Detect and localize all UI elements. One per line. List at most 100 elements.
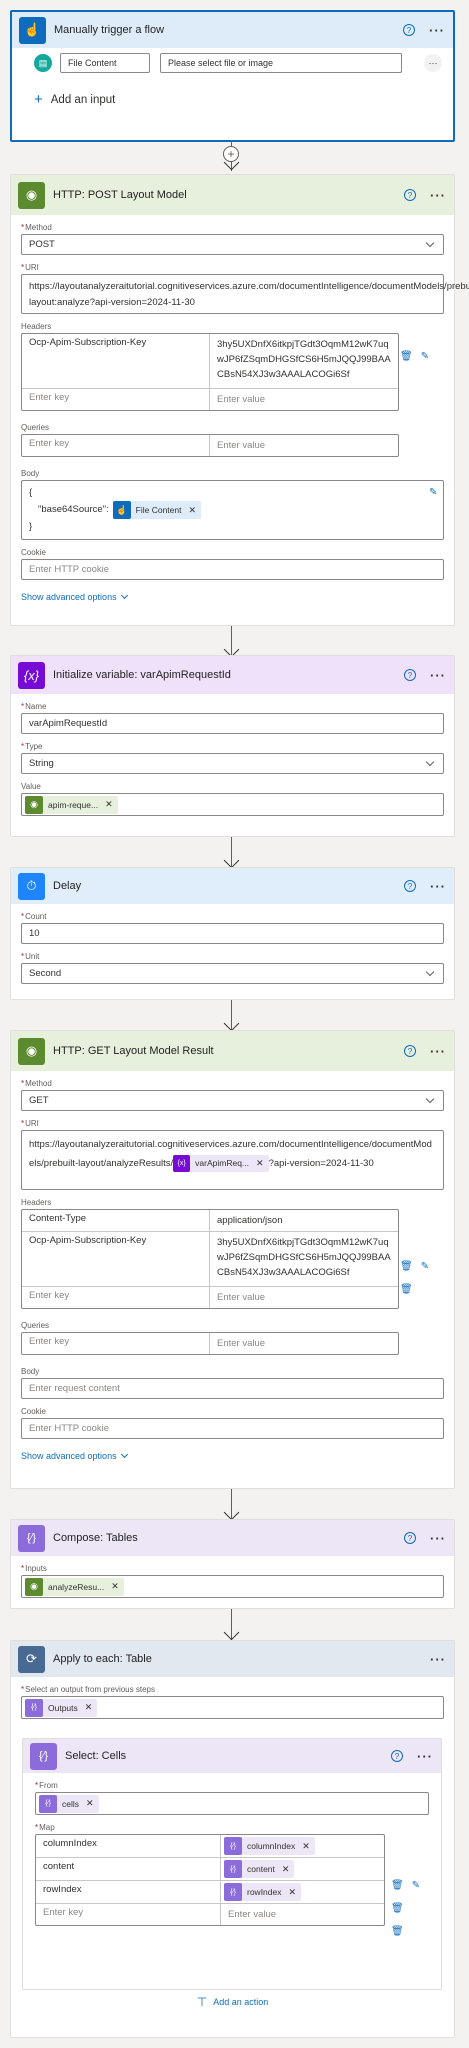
delay-card[interactable]: ⏱ Delay ? ··· *Count 10 *Unit Second [10, 867, 455, 1000]
content-token[interactable]: {∕} content ✕ [224, 1860, 295, 1878]
show-advanced-options-link[interactable]: Show advanced options [21, 1450, 128, 1461]
delete-icon[interactable]: 🗑 [391, 1903, 404, 1914]
file-content-value-field[interactable]: Please select file or image [160, 53, 402, 73]
map-value-input[interactable]: Enter value [221, 1904, 384, 1925]
initvar-title: Initialize variable: varApimRequestId [53, 669, 231, 681]
header-value-input[interactable]: Enter value [210, 389, 398, 410]
header-key-input[interactable]: Enter key [22, 1287, 210, 1308]
compose-inputs-field[interactable]: ◉ analyzeResu... ✕ [21, 1575, 444, 1598]
varapimrequestid-token[interactable]: {x} varApimReq... ✕ [173, 1154, 269, 1173]
header-value-field[interactable]: application/json [210, 1210, 398, 1231]
apply-to-each-card[interactable]: ⟳ Apply to each: Table ··· *Select an ou… [10, 1640, 455, 2038]
header-value-input[interactable]: Enter value [210, 1287, 398, 1308]
help-icon[interactable]: ? [403, 24, 415, 36]
switch-to-text-icon[interactable]: ✎ [429, 487, 437, 498]
map-value-field[interactable]: {∕} columnIndex ✕ [221, 1835, 384, 1857]
more-options-icon[interactable]: ··· [430, 1652, 446, 1667]
unit-dropdown[interactable]: Second [21, 963, 444, 984]
help-icon[interactable]: ? [404, 880, 416, 892]
header-key-field[interactable]: Ocp-Apim-Subscription-Key [22, 334, 210, 388]
map-value-field[interactable]: {∕} content ✕ [221, 1858, 384, 1880]
body-field[interactable]: Enter request content [21, 1378, 444, 1399]
delete-icon[interactable]: 🗑 [400, 1261, 413, 1272]
analyze-result-token[interactable]: ◉ analyzeResu... ✕ [25, 1577, 124, 1596]
header-value-field[interactable]: 3hy5UXDnfX6itkpjTGdt3OqmM12wK7uqwJP6fZSq… [210, 1232, 398, 1286]
method-dropdown[interactable]: GET [21, 1090, 444, 1111]
more-options-icon[interactable]: ··· [430, 188, 446, 203]
switch-to-text-icon[interactable]: ✎ [421, 351, 429, 362]
input-more-icon[interactable]: ··· [424, 54, 442, 72]
select-from-field[interactable]: {∕} cells ✕ [35, 1792, 429, 1815]
cookie-field[interactable]: Enter HTTP cookie [21, 559, 444, 580]
switch-to-text-icon[interactable]: ✎ [412, 1880, 420, 1891]
add-action-button[interactable]: ⊤ Add an action [11, 1995, 454, 2009]
map-key-field[interactable]: columnIndex [36, 1835, 221, 1857]
more-options-icon[interactable]: ··· [430, 668, 446, 683]
compose-card[interactable]: {∕} Compose: Tables ? ··· *Inputs ◉ anal… [10, 1519, 455, 1609]
map-key-input[interactable]: Enter key [36, 1904, 221, 1925]
query-key-input[interactable]: Enter key [22, 435, 210, 456]
query-value-input[interactable]: Enter value [210, 435, 398, 456]
help-icon[interactable]: ? [391, 1750, 403, 1762]
column-index-token[interactable]: {∕} columnIndex ✕ [224, 1837, 315, 1855]
variable-name-field[interactable]: varApimRequestId [21, 713, 444, 734]
help-icon[interactable]: ? [404, 1045, 416, 1057]
apim-request-token[interactable]: ◉ apim-reque... ✕ [25, 795, 118, 814]
remove-token-icon[interactable]: ✕ [86, 1798, 94, 1809]
remove-token-icon[interactable]: ✕ [189, 502, 197, 518]
delete-icon[interactable]: 🗑 [391, 1926, 404, 1937]
more-options-icon[interactable]: ··· [429, 23, 445, 38]
cells-token[interactable]: {∕} cells ✕ [39, 1794, 99, 1813]
more-options-icon[interactable]: ··· [430, 879, 446, 894]
help-icon[interactable]: ? [404, 1532, 416, 1544]
map-value-field[interactable]: {∕} rowIndex ✕ [221, 1881, 384, 1903]
remove-token-icon[interactable]: ✕ [302, 1839, 310, 1854]
method-dropdown[interactable]: POST [21, 234, 444, 255]
remove-token-icon[interactable]: ✕ [111, 1581, 119, 1592]
outputs-token[interactable]: {∕} Outputs ✕ [25, 1698, 98, 1717]
row-index-token[interactable]: {∕} rowIndex ✕ [224, 1883, 302, 1901]
uri-field[interactable]: https://layoutanalyzeraitutorial.cogniti… [21, 1130, 444, 1190]
compose-icon: {∕} [18, 1524, 45, 1552]
initialize-variable-card[interactable]: {x} Initialize variable: varApimRequestI… [10, 655, 455, 837]
query-row-empty: Enter key Enter value [22, 435, 398, 456]
trigger-card[interactable]: ☝ Manually trigger a flow ? ··· ▤ File C… [10, 10, 455, 142]
variable-value-field[interactable]: ◉ apim-reque... ✕ [21, 793, 444, 816]
remove-token-icon[interactable]: ✕ [256, 1154, 264, 1173]
more-options-icon[interactable]: ··· [417, 1749, 433, 1764]
add-input-button[interactable]: + Add an input [34, 91, 443, 108]
remove-token-icon[interactable]: ✕ [282, 1862, 290, 1877]
help-icon[interactable]: ? [404, 189, 416, 201]
count-field[interactable]: 10 [21, 923, 444, 944]
foreach-input-field[interactable]: {∕} Outputs ✕ [21, 1696, 444, 1719]
variable-type-dropdown[interactable]: String [21, 753, 444, 774]
from-label: From [39, 1781, 58, 1790]
select-cells-card[interactable]: {∕} Select: Cells ? ··· *From {∕} cells … [22, 1738, 442, 1990]
body-field[interactable]: { "base64Source": ☝ File Content ✕ } [21, 480, 444, 540]
show-advanced-options-link[interactable]: Show advanced options [21, 591, 128, 602]
delete-icon[interactable]: 🗑 [391, 1880, 404, 1891]
more-options-icon[interactable]: ··· [430, 1044, 446, 1059]
file-content-token[interactable]: ☝ File Content ✕ [112, 501, 202, 519]
http-get-card[interactable]: ◉ HTTP: GET Layout Model Result ? ··· *M… [10, 1030, 455, 1489]
cookie-field[interactable]: Enter HTTP cookie [21, 1418, 444, 1439]
uri-field[interactable]: https://layoutanalyzeraitutorial.cogniti… [21, 274, 469, 314]
header-value-field[interactable]: 3hy5UXDnfX6itkpjTGdt3OqmM12wK7uqwJP6fZSq… [210, 334, 398, 388]
query-value-input[interactable]: Enter value [210, 1333, 398, 1354]
switch-to-text-icon[interactable]: ✎ [421, 1261, 429, 1272]
delete-icon[interactable]: 🗑 [400, 1284, 413, 1295]
header-key-field[interactable]: Content-Type [22, 1210, 210, 1231]
query-key-input[interactable]: Enter key [22, 1333, 210, 1354]
help-icon[interactable]: ? [404, 669, 416, 681]
file-content-name-field[interactable]: File Content [60, 53, 150, 73]
http-post-card[interactable]: ◉ HTTP: POST Layout Model ? ··· *Method … [10, 174, 469, 626]
map-key-field[interactable]: rowIndex [36, 1881, 221, 1903]
more-options-icon[interactable]: ··· [430, 1531, 446, 1546]
header-key-input[interactable]: Enter key [22, 389, 210, 410]
remove-token-icon[interactable]: ✕ [289, 1885, 297, 1900]
remove-token-icon[interactable]: ✕ [85, 1702, 93, 1713]
delete-icon[interactable]: 🗑 [400, 351, 413, 362]
remove-token-icon[interactable]: ✕ [105, 799, 113, 810]
header-key-field[interactable]: Ocp-Apim-Subscription-Key [22, 1232, 210, 1286]
map-key-field[interactable]: content [36, 1858, 221, 1880]
